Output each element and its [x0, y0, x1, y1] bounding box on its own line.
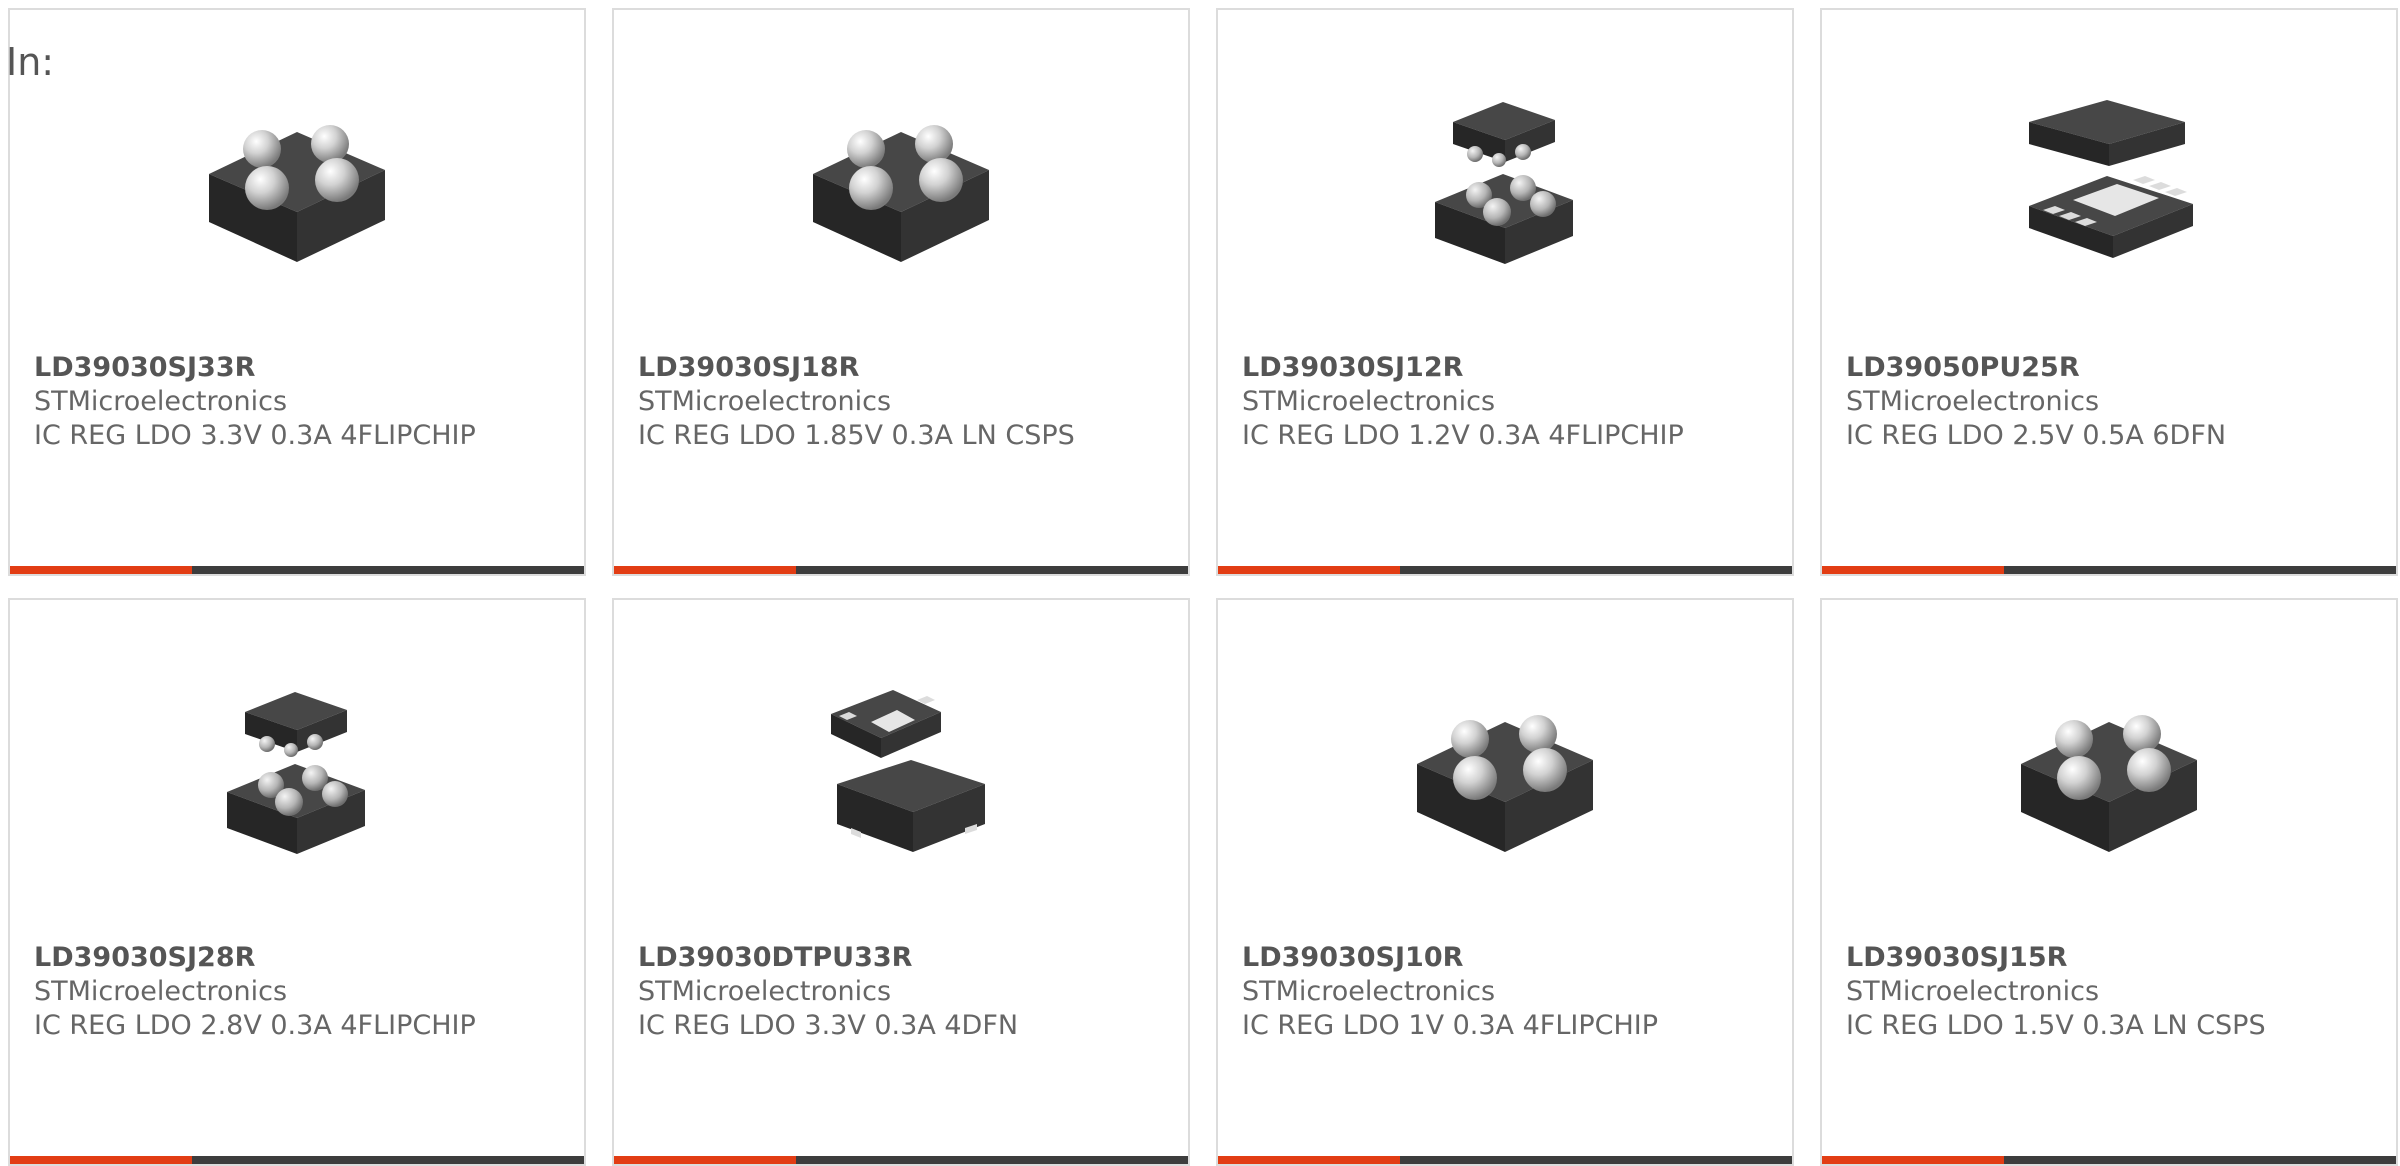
card-accent-segment [614, 566, 796, 574]
product-manufacturer: STMicroelectronics [1846, 976, 2100, 1007]
product-card[interactable]: LD39030DTPU33R STMicroelectronics IC REG… [612, 598, 1190, 1166]
product-description: IC REG LDO 3.3V 0.3A 4DFN [638, 1010, 1019, 1041]
product-part-number[interactable]: LD39030SJ33R [34, 350, 255, 386]
product-card[interactable]: LD39030SJ10R STMicroelectronics IC REG L… [1216, 598, 1794, 1166]
product-card[interactable]: LD39050PU25R STMicroelectronics IC REG L… [1820, 8, 2398, 576]
product-part-number[interactable]: LD39050PU25R [1846, 350, 2080, 386]
flipchip-two-view-icon [1435, 102, 1573, 264]
card-accent-bar [1218, 1156, 1792, 1164]
card-accent-segment [10, 566, 192, 574]
card-accent-bar [10, 1156, 584, 1164]
card-accent-segment [10, 1156, 192, 1164]
product-manufacturer: STMicroelectronics [638, 976, 892, 1007]
flipchip-4-ball-icon [1417, 715, 1593, 852]
card-accent-segment [1218, 566, 1400, 574]
product-card[interactable]: LD39030SJ18R STMicroelectronics IC REG L… [612, 8, 1190, 576]
product-card[interactable]: LD39030SJ15R STMicroelectronics IC REG L… [1820, 598, 2398, 1166]
flipchip-4-ball-icon [209, 125, 385, 262]
product-manufacturer: STMicroelectronics [34, 386, 288, 417]
product-part-number[interactable]: LD39030SJ12R [1242, 350, 1463, 386]
product-grid: LD39030SJ33R STMicroelectronics IC REG L… [8, 8, 2400, 1166]
card-accent-segment [614, 1156, 796, 1164]
dfn-6-package-icon [2029, 100, 2193, 258]
product-manufacturer: STMicroelectronics [638, 386, 892, 417]
card-accent-segment [1822, 1156, 2004, 1164]
product-part-number[interactable]: LD39030DTPU33R [638, 940, 912, 976]
flipchip-4-ball-icon [2021, 715, 2197, 852]
card-accent-bar [1218, 566, 1792, 574]
product-manufacturer: STMicroelectronics [1846, 386, 2100, 417]
card-accent-bar [614, 566, 1188, 574]
product-card[interactable]: LD39030SJ28R STMicroelectronics IC REG L… [8, 598, 586, 1166]
product-part-number[interactable]: LD39030SJ15R [1846, 940, 2067, 976]
dfn-4-package-icon [831, 690, 985, 852]
product-description: IC REG LDO 1.5V 0.3A LN CSPS [1846, 1010, 2266, 1041]
product-part-number[interactable]: LD39030SJ10R [1242, 940, 1463, 976]
product-card[interactable]: LD39030SJ33R STMicroelectronics IC REG L… [8, 8, 586, 576]
product-manufacturer: STMicroelectronics [1242, 976, 1496, 1007]
product-part-number[interactable]: LD39030SJ28R [34, 940, 255, 976]
search-results-heading: In: [6, 40, 55, 84]
product-description: IC REG LDO 2.8V 0.3A 4FLIPCHIP [34, 1010, 476, 1041]
product-manufacturer: STMicroelectronics [34, 976, 288, 1007]
product-manufacturer: STMicroelectronics [1242, 386, 1496, 417]
card-accent-bar [1822, 566, 2396, 574]
flipchip-4-ball-icon [813, 125, 989, 262]
product-part-number[interactable]: LD39030SJ18R [638, 350, 859, 386]
product-card[interactable]: LD39030SJ12R STMicroelectronics IC REG L… [1216, 8, 1794, 576]
card-accent-bar [1822, 1156, 2396, 1164]
product-description: IC REG LDO 1V 0.3A 4FLIPCHIP [1242, 1010, 1659, 1041]
flipchip-two-view-icon [227, 692, 365, 854]
card-accent-bar [614, 1156, 1188, 1164]
card-accent-bar [10, 566, 584, 574]
card-accent-segment [1218, 1156, 1400, 1164]
product-description: IC REG LDO 1.85V 0.3A LN CSPS [638, 420, 1075, 451]
product-description: IC REG LDO 1.2V 0.3A 4FLIPCHIP [1242, 420, 1684, 451]
product-description: IC REG LDO 3.3V 0.3A 4FLIPCHIP [34, 420, 476, 451]
product-description: IC REG LDO 2.5V 0.5A 6DFN [1846, 420, 2227, 451]
card-accent-segment [1822, 566, 2004, 574]
